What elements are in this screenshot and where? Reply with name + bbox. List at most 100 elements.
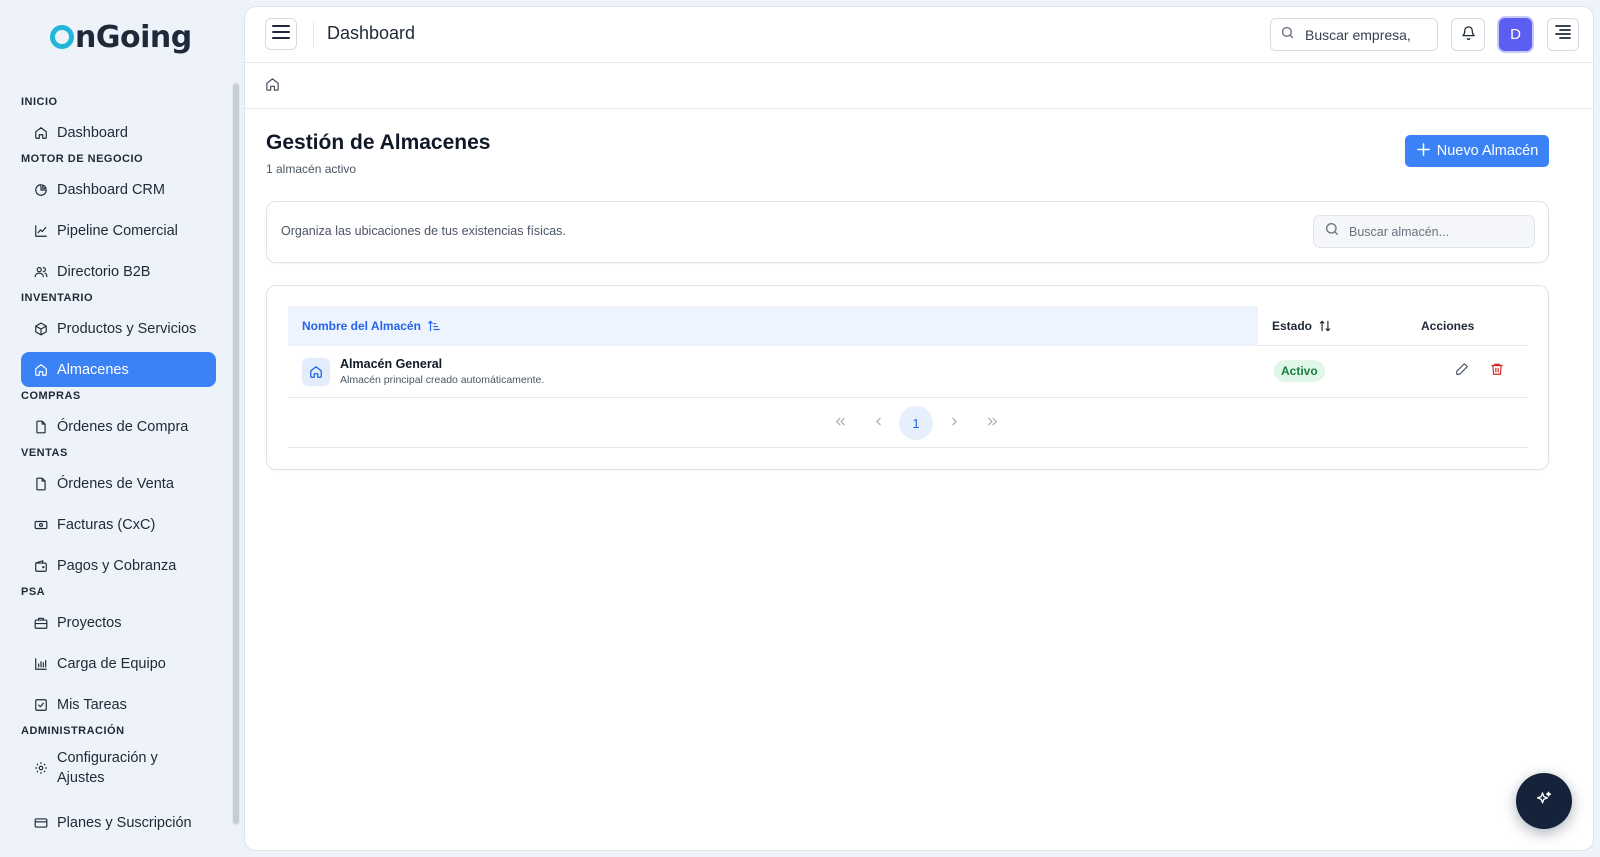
sidebar-item-almacenes[interactable]: Almacenes — [21, 352, 216, 387]
sidebar-item-proyectos[interactable]: Proyectos — [21, 605, 216, 640]
page-description: Organiza las ubicaciones de tus existenc… — [281, 224, 566, 238]
new-warehouse-button[interactable]: Nuevo Almacén — [1405, 135, 1549, 167]
search-icon — [1324, 221, 1340, 242]
sidebar-item-label: Dashboard — [57, 124, 128, 141]
sidebar-item-directorio[interactable]: Directorio B2B — [21, 254, 216, 289]
warehouse-search[interactable] — [1313, 215, 1535, 248]
plus-icon — [1416, 141, 1431, 161]
sidebar-item-label: Mis Tareas — [57, 696, 127, 713]
ai-assistant-button[interactable] — [1516, 773, 1572, 829]
sort-icon — [1318, 319, 1332, 333]
first-page-button[interactable] — [823, 406, 857, 440]
briefcase-icon — [33, 615, 49, 631]
section-ventas: VENTAS — [21, 447, 68, 459]
sidebar-item-config[interactable]: Configuración y Ajustes — [21, 744, 216, 792]
column-header-status[interactable]: Estado — [1272, 306, 1332, 346]
notifications-button[interactable] — [1451, 18, 1485, 51]
sparkles-icon — [1535, 790, 1553, 813]
sidebar-item-ordenes-venta[interactable]: Órdenes de Venta — [21, 466, 216, 501]
column-header-status-label: Estado — [1272, 319, 1313, 333]
sidebar-item-dashboard[interactable]: Dashboard — [21, 115, 216, 150]
sidebar-item-ordenes-compra[interactable]: Órdenes de Compra — [21, 409, 216, 444]
ongoing-logo[interactable]: nGoing — [50, 20, 192, 55]
main-panel: Dashboard D Gestión de Almacenes 1 almac… — [244, 6, 1594, 851]
warehouse-icon — [33, 362, 49, 378]
pencil-icon — [1455, 362, 1469, 381]
sidebar-item-label: Almacenes — [57, 361, 129, 378]
breadcrumb-home-icon[interactable] — [265, 77, 280, 97]
column-header-actions: Acciones — [1421, 319, 1475, 333]
table-row[interactable]: Almacén General Almacén principal creado… — [288, 346, 1528, 398]
sidebar-scrollbar[interactable] — [232, 82, 240, 826]
sidebar-item-planes[interactable]: Planes y Suscripción — [21, 805, 216, 840]
global-search-input[interactable] — [1305, 26, 1425, 43]
sidebar-scrollbar-thumb[interactable] — [233, 84, 239, 824]
divider — [313, 21, 314, 47]
top-bar: Dashboard D — [245, 7, 1593, 63]
user-avatar[interactable]: D — [1499, 18, 1532, 51]
sidebar-item-label: Dashboard CRM — [57, 181, 165, 198]
next-page-button[interactable] — [937, 406, 971, 440]
column-header-name-label: Nombre del Almacén — [302, 319, 421, 333]
sidebar-item-productos[interactable]: Productos y Servicios — [21, 311, 216, 346]
bell-icon — [1461, 25, 1476, 45]
sidebar-item-label: Pipeline Comercial — [57, 222, 178, 239]
status-badge: Activo — [1274, 360, 1325, 382]
panel-toggle-button[interactable] — [1547, 18, 1579, 51]
page-subtitle: 1 almacén activo — [266, 162, 357, 176]
trash-icon — [1490, 362, 1504, 381]
warehouse-icon — [302, 358, 330, 386]
pie-chart-icon — [33, 182, 49, 198]
sidebar-item-facturas[interactable]: Facturas (CxC) — [21, 507, 216, 542]
logo-text: nGoing — [75, 20, 192, 55]
sidebar-nav: INICIO Dashboard MOTOR DE NEGOCIO Dashbo… — [0, 88, 226, 857]
logo-o-mark — [50, 25, 74, 49]
hamburger-icon — [272, 24, 290, 44]
page-number-button[interactable]: 1 — [899, 406, 933, 440]
last-page-button[interactable] — [975, 406, 1009, 440]
sidebar-item-label: Facturas (CxC) — [57, 516, 156, 533]
box-icon — [33, 321, 49, 337]
sidebar-item-label: Pagos y Cobranza — [57, 557, 177, 574]
warehouse-search-input[interactable] — [1349, 224, 1529, 239]
chevron-right-icon — [948, 415, 961, 431]
bar-chart-icon — [33, 656, 49, 672]
table-header: Nombre del Almacén Estado Acciones — [288, 306, 1528, 346]
chevron-left-icon — [872, 415, 885, 431]
column-header-name[interactable]: Nombre del Almacén — [288, 306, 1258, 346]
delete-button[interactable] — [1488, 362, 1506, 380]
sidebar-item-label: Planes y Suscripción — [57, 814, 192, 831]
warehouse-table-card: Nombre del Almacén Estado Acciones Almac… — [266, 285, 1549, 470]
chevrons-left-icon — [834, 415, 847, 431]
users-icon — [33, 264, 49, 280]
warehouse-name: Almacén General — [340, 357, 443, 371]
section-inicio: INICIO — [21, 96, 58, 108]
sidebar-item-pipeline[interactable]: Pipeline Comercial — [21, 213, 216, 248]
section-psa: PSA — [21, 586, 46, 598]
align-right-icon — [1555, 25, 1571, 44]
sidebar-item-label: Proyectos — [57, 614, 122, 631]
sidebar-item-pagos[interactable]: Pagos y Cobranza — [21, 548, 216, 583]
global-search[interactable] — [1270, 18, 1438, 51]
section-motor: MOTOR DE NEGOCIO — [21, 153, 144, 165]
sidebar-item-label: Órdenes de Compra — [57, 418, 189, 435]
edit-button[interactable] — [1453, 362, 1471, 380]
credit-card-icon — [33, 815, 49, 831]
file-icon — [33, 476, 49, 492]
banknote-icon — [33, 517, 49, 533]
page-header-title: Dashboard — [327, 23, 416, 43]
chevrons-right-icon — [986, 415, 999, 431]
sidebar-item-label: Productos y Servicios — [57, 320, 197, 337]
sidebar-item-dashboard-crm[interactable]: Dashboard CRM — [21, 172, 216, 207]
wallet-icon — [33, 558, 49, 574]
gear-icon — [33, 760, 49, 776]
filter-card: Organiza las ubicaciones de tus existenc… — [266, 201, 1549, 263]
page-title: Gestión de Almacenes — [266, 131, 491, 154]
sidebar-item-tareas[interactable]: Mis Tareas — [21, 687, 216, 722]
sidebar-item-label: Carga de Equipo — [57, 655, 166, 672]
sidebar-item-carga[interactable]: Carga de Equipo — [21, 646, 216, 681]
menu-toggle-button[interactable] — [265, 18, 297, 50]
trending-icon — [33, 223, 49, 239]
section-inventario: INVENTARIO — [21, 292, 94, 304]
prev-page-button[interactable] — [861, 406, 895, 440]
